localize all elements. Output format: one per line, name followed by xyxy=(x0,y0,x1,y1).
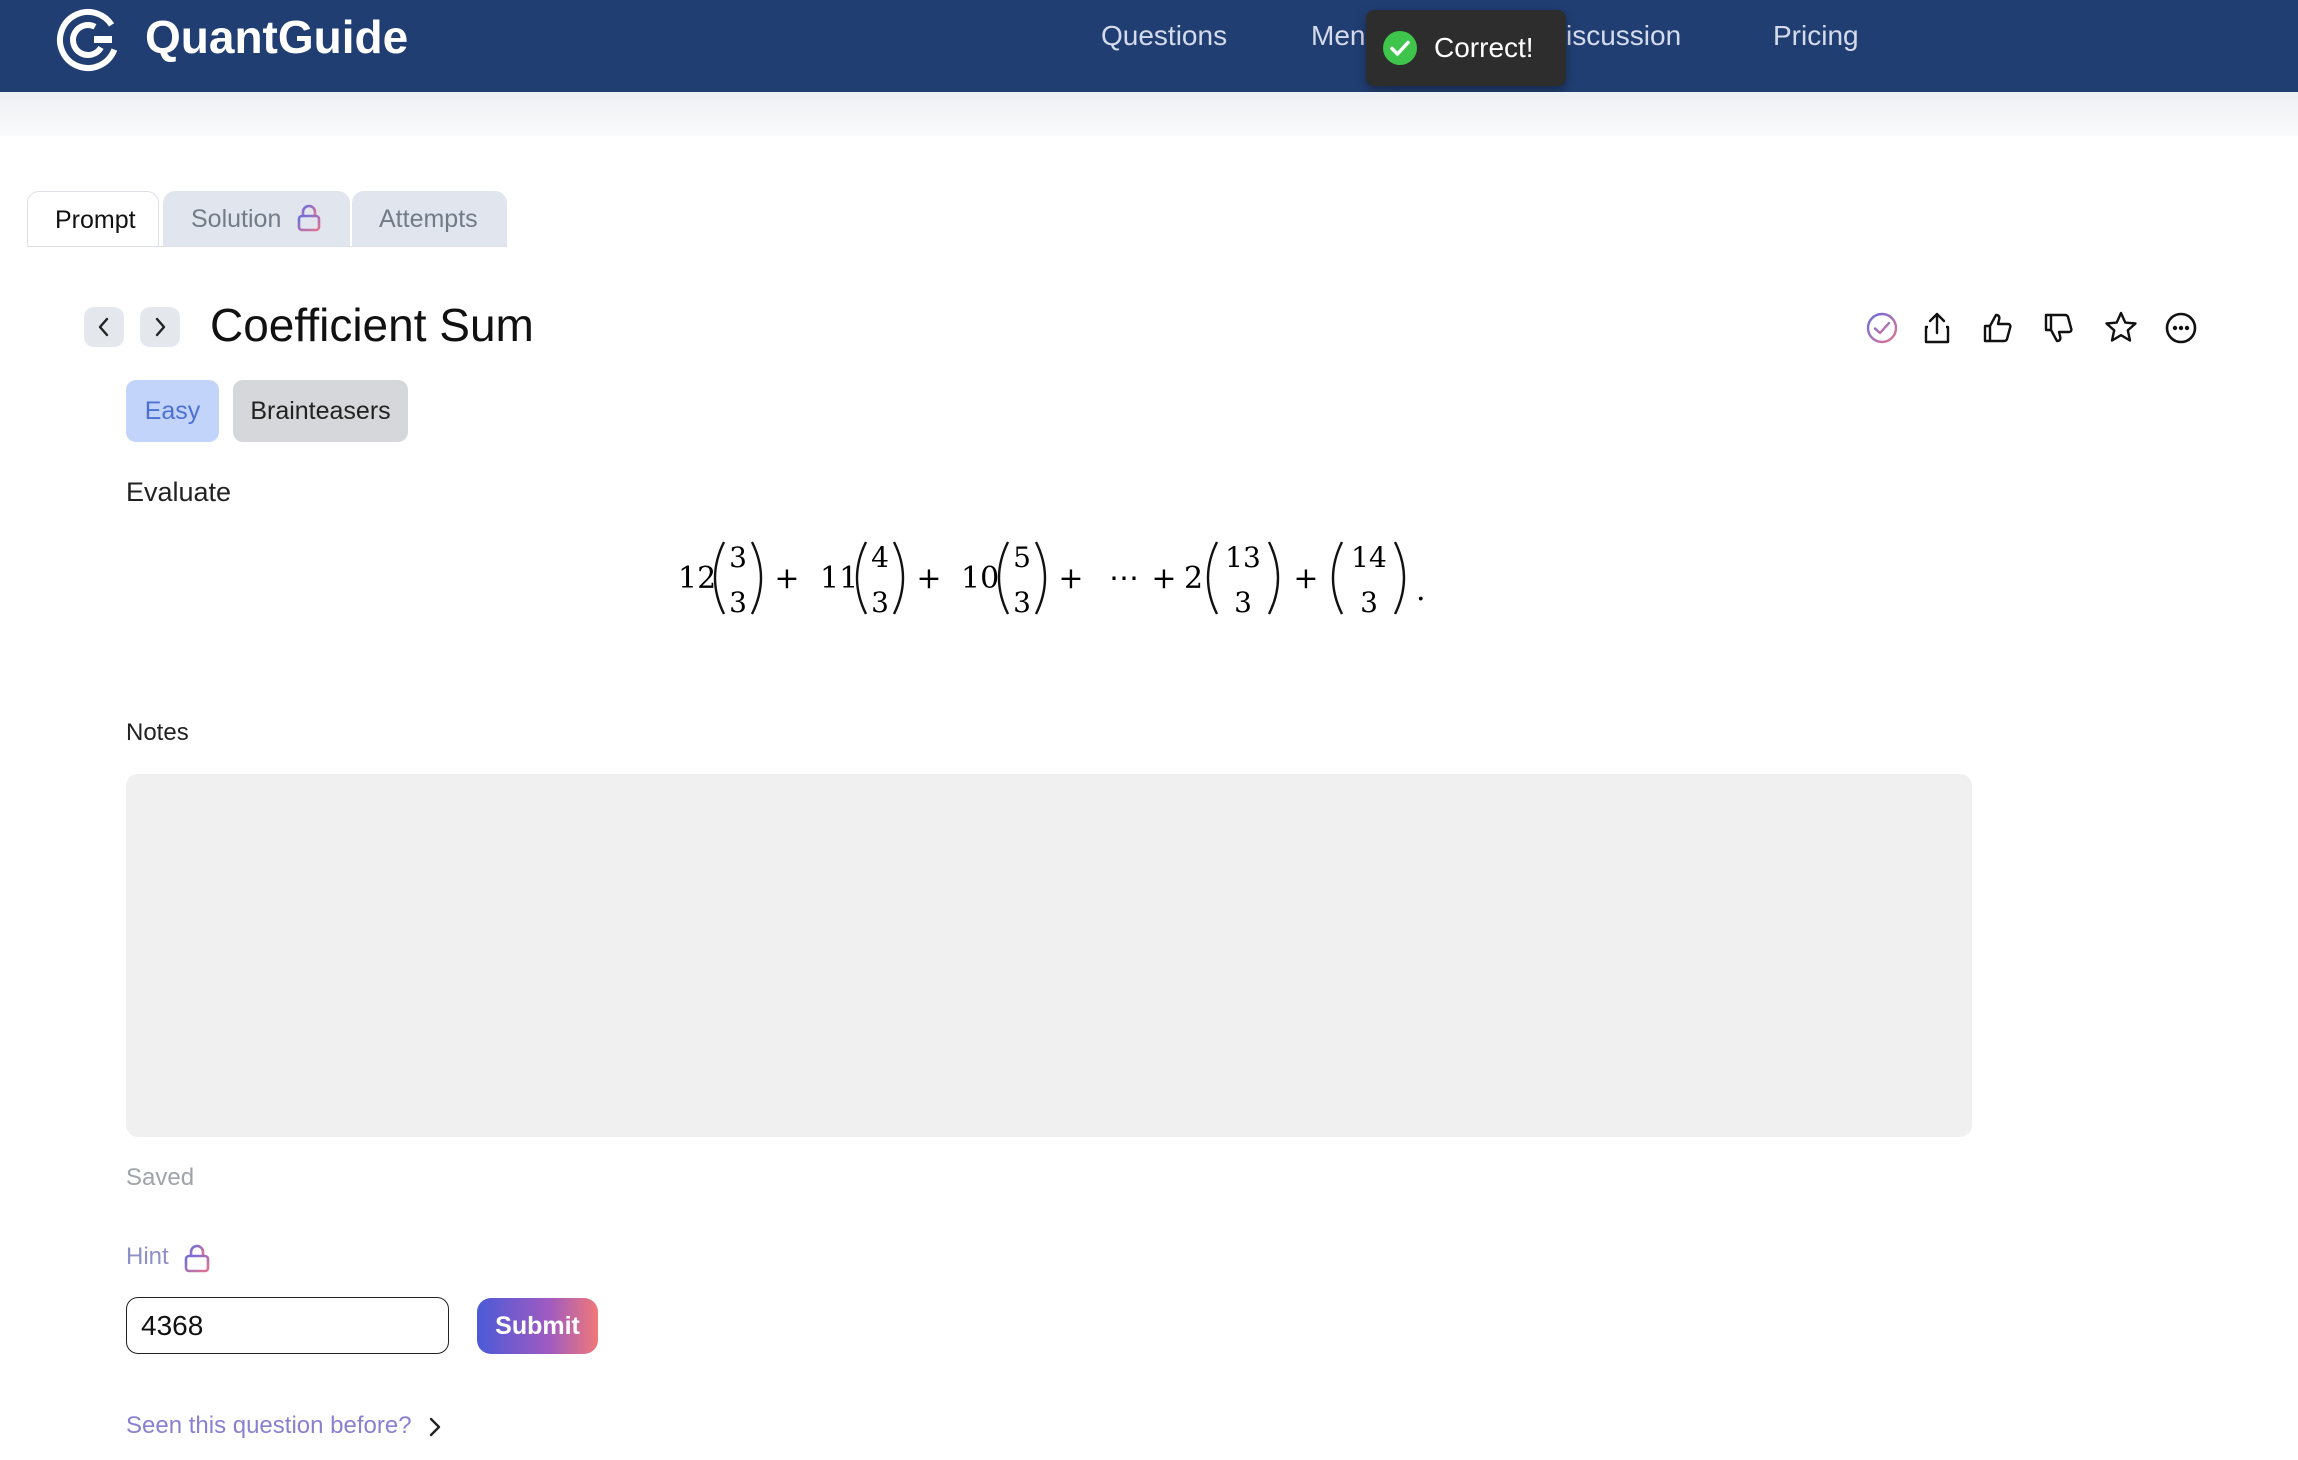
submit-button[interactable]: Submit xyxy=(477,1298,598,1354)
nav-pricing[interactable]: Pricing xyxy=(1773,20,1859,52)
nav-discussion[interactable]: iscussion xyxy=(1566,20,1681,52)
formula-binom-top: 13 xyxy=(1225,541,1261,574)
tab-attempts-label: Attempts xyxy=(379,205,478,233)
thumbs-down-icon[interactable] xyxy=(2039,308,2079,348)
notes-textarea[interactable] xyxy=(126,774,1972,1137)
nav-mentorship[interactable]: Men xyxy=(1311,20,1365,52)
check-circle-icon xyxy=(1383,31,1417,65)
formula-binom-top: 4 xyxy=(871,541,889,574)
formula-paren xyxy=(1034,541,1047,615)
formula-paren xyxy=(855,541,868,615)
nav-questions[interactable]: Questions xyxy=(1101,20,1227,52)
tab-underline xyxy=(27,246,507,247)
formula-plus: + xyxy=(774,561,799,596)
notes-label: Notes xyxy=(126,719,189,746)
formula-paren xyxy=(1206,541,1219,615)
tab-prompt[interactable]: Prompt xyxy=(27,191,159,247)
formula-paren xyxy=(713,541,726,615)
formula-paren xyxy=(1267,541,1280,615)
formula-paren xyxy=(1393,541,1406,615)
star-icon[interactable] xyxy=(2101,308,2141,348)
chevron-left-icon xyxy=(98,317,109,337)
formula-binom-top: 5 xyxy=(1013,541,1031,574)
brand-name[interactable]: QuantGuide xyxy=(145,10,408,64)
previous-question-button[interactable] xyxy=(84,307,124,347)
solved-check-icon[interactable] xyxy=(1862,308,1902,348)
tab-attempts[interactable]: Attempts xyxy=(352,191,507,247)
formula-plus: + xyxy=(916,561,941,596)
formula-binom-bottom: 3 xyxy=(1234,586,1252,619)
toast-message: Correct! xyxy=(1434,32,1534,63)
prompt-text: Evaluate xyxy=(126,477,232,507)
hint-label[interactable]: Hint xyxy=(126,1243,169,1271)
more-options-icon[interactable] xyxy=(2161,308,2201,348)
formula-paren xyxy=(1331,541,1344,615)
tab-prompt-label: Prompt xyxy=(55,206,136,234)
formula-coefficient: 2 xyxy=(1184,561,1203,596)
seen-before-link[interactable]: Seen this question before? xyxy=(126,1412,412,1440)
next-question-button[interactable] xyxy=(140,307,180,347)
answer-input[interactable] xyxy=(126,1297,449,1354)
formula-period: . xyxy=(1416,573,1426,608)
formula-plus: + xyxy=(1058,561,1083,596)
top-navbar: QuantGuide Questions Men iscussion Prici… xyxy=(0,0,2298,92)
formula-plus: + xyxy=(1151,561,1176,596)
formula-coefficient: 12 xyxy=(678,561,716,596)
chevron-right-icon xyxy=(155,317,166,337)
formula-binom-bottom: 3 xyxy=(1013,586,1031,619)
correct-toast: Correct! xyxy=(1366,10,1566,86)
lock-icon xyxy=(297,204,321,232)
thumbs-up-icon[interactable] xyxy=(1978,308,2018,348)
formula-binom-top: 3 xyxy=(729,541,747,574)
difficulty-badge: Easy xyxy=(126,380,219,442)
formula-paren xyxy=(892,541,905,615)
formula-ellipsis: ⋯ xyxy=(1109,561,1139,596)
chevron-right-icon[interactable] xyxy=(424,1414,446,1440)
header-divider xyxy=(0,92,2298,136)
formula-coefficient: 10 xyxy=(961,561,999,596)
category-badge[interactable]: Brainteasers xyxy=(233,380,408,442)
question-title: Coefficient Sum xyxy=(210,299,534,351)
formula: 12 3 3 + 11 4 3 + 10 5 3 + ⋯ + 2 13 3 + … xyxy=(678,541,1426,619)
formula-coefficient: 11 xyxy=(820,561,858,596)
formula-binom-bottom: 3 xyxy=(871,586,889,619)
quantguide-logo-icon[interactable] xyxy=(54,2,126,74)
formula-paren xyxy=(997,541,1010,615)
formula-paren xyxy=(750,541,763,615)
formula-binom-bottom: 3 xyxy=(729,586,747,619)
tab-solution[interactable]: Solution xyxy=(163,191,350,247)
formula-plus: + xyxy=(1293,561,1318,596)
notes-save-status: Saved xyxy=(126,1164,195,1191)
lock-icon[interactable] xyxy=(182,1242,212,1274)
share-icon[interactable] xyxy=(1917,308,1957,348)
tab-solution-label: Solution xyxy=(191,205,282,233)
formula-binom-bottom: 3 xyxy=(1360,586,1378,619)
formula-binom-top: 14 xyxy=(1351,541,1387,574)
